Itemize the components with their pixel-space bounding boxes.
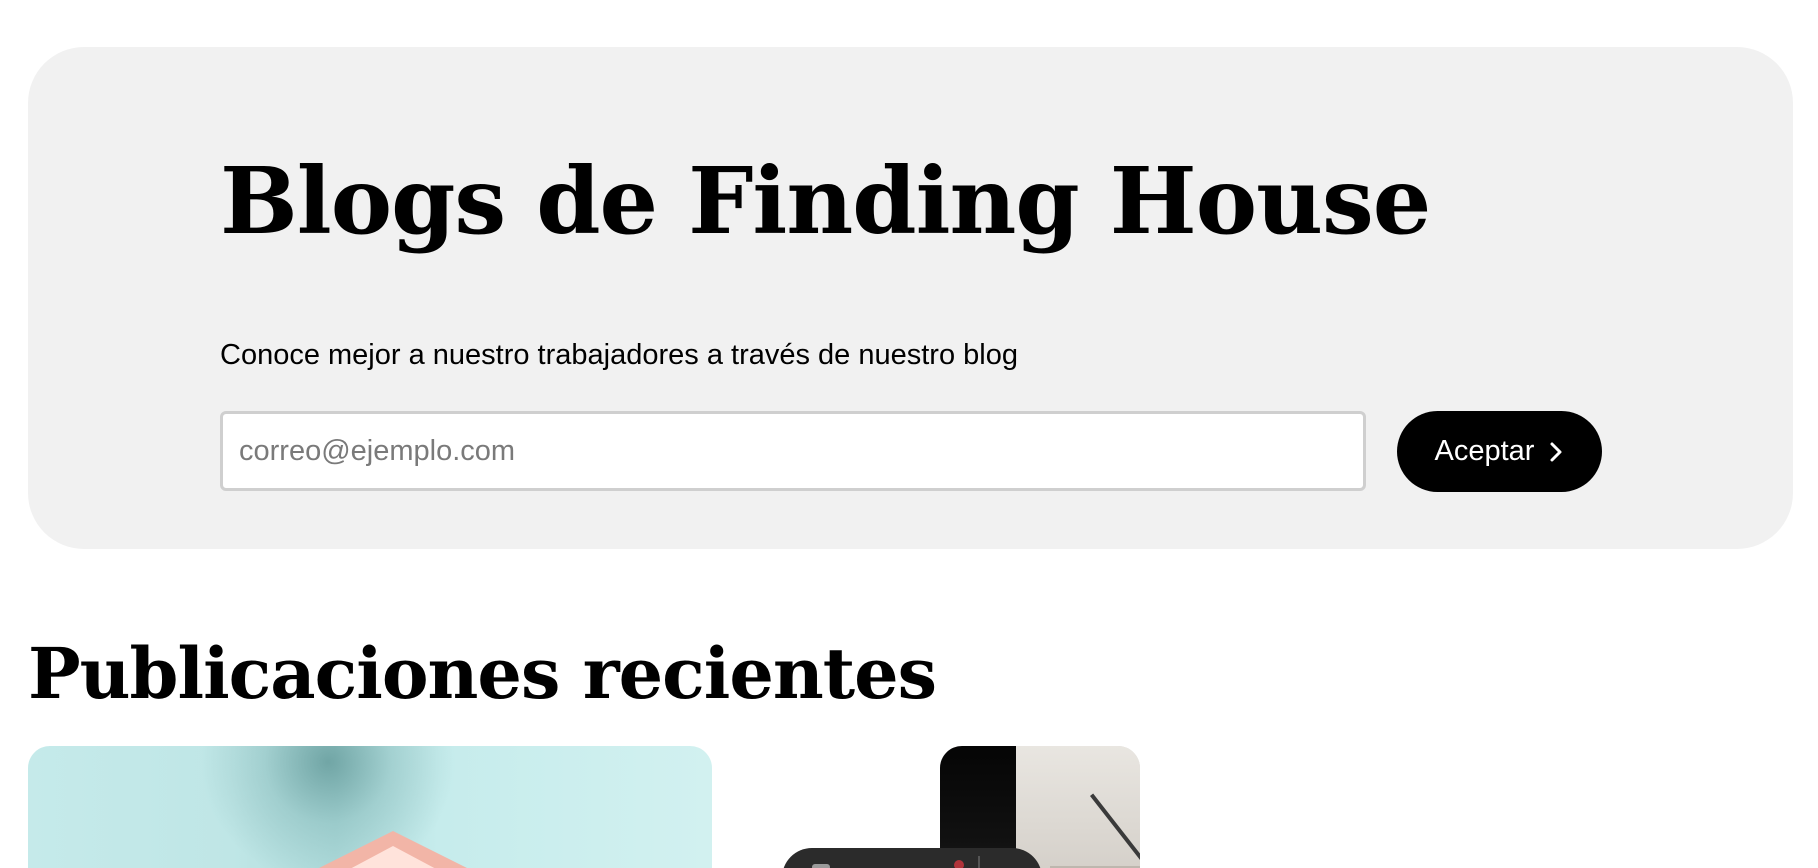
email-field[interactable] (220, 411, 1366, 491)
record-icon[interactable] (954, 860, 964, 868)
photo-light-panel (1016, 746, 1140, 868)
post-card-image[interactable] (28, 746, 712, 868)
recent-posts-title: Publicaciones recientes (28, 632, 937, 715)
hero-content: Blogs de Finding House Conoce mejor a nu… (220, 145, 1620, 492)
submit-button-label: Aceptar (1434, 435, 1535, 467)
blog-page: Blogs de Finding House Conoce mejor a nu… (0, 0, 1818, 868)
subscribe-form: Aceptar (220, 411, 1602, 493)
page-title: Blogs de Finding House (220, 147, 1431, 255)
toolbar-handle-icon[interactable] (812, 864, 830, 868)
hero-subtitle: Conoce mejor a nuestro trabajadores a tr… (220, 339, 1018, 371)
toolbar-divider (978, 856, 980, 868)
submit-button[interactable]: Aceptar (1397, 411, 1602, 492)
chevron-right-icon (1550, 442, 1562, 461)
hands-roof-highlight (303, 846, 483, 868)
newsletter-hero: Blogs de Finding House Conoce mejor a nu… (28, 47, 1793, 549)
floating-toolbar[interactable] (782, 848, 1042, 868)
